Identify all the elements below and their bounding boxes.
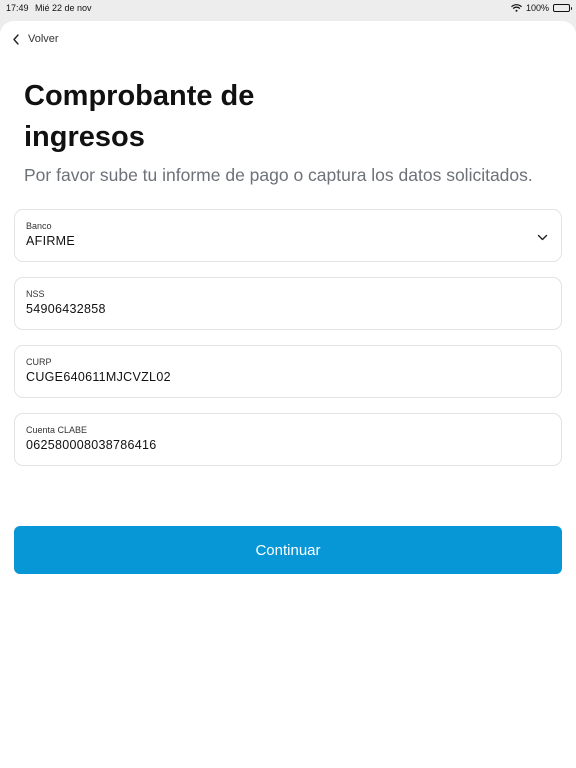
nss-value: 54906432858	[26, 302, 106, 316]
page-title: Comprobante de ingresos	[24, 80, 255, 153]
curp-value: CUGE640611MJCVZL02	[26, 370, 171, 384]
clabe-field[interactable]: Cuenta CLABE 062580008038786416	[14, 413, 562, 466]
chevron-left-icon	[13, 33, 19, 45]
banco-value: AFIRME	[26, 234, 76, 248]
form-sheet: Volver Comprobante de ingresos Por favor…	[0, 21, 576, 768]
banco-label: Banco	[26, 221, 52, 231]
status-bar: 17:49 Mié 22 de nov 100%	[0, 0, 576, 20]
status-time: 17:49	[6, 3, 29, 13]
chevron-down-icon	[537, 234, 548, 241]
battery-percent: 100%	[525, 3, 549, 13]
status-date: Mié 22 de nov	[35, 3, 92, 13]
nss-field[interactable]: NSS 54906432858	[14, 277, 562, 330]
continue-button[interactable]: Continuar	[14, 526, 562, 574]
nss-label: NSS	[26, 289, 45, 299]
status-indicators: 100%	[511, 3, 572, 13]
clabe-value: 062580008038786416	[26, 438, 157, 452]
curp-field[interactable]: CURP CUGE640611MJCVZL02	[14, 345, 562, 398]
battery-icon	[553, 4, 572, 12]
page-subtitle: Por favor sube tu informe de pago o capt…	[24, 165, 533, 185]
clabe-label: Cuenta CLABE	[26, 425, 88, 435]
banco-select[interactable]: Banco AFIRME	[14, 209, 562, 262]
back-label: Volver	[28, 33, 59, 45]
wifi-icon	[511, 4, 522, 12]
back-button[interactable]: Volver	[12, 33, 59, 45]
curp-label: CURP	[26, 357, 52, 367]
